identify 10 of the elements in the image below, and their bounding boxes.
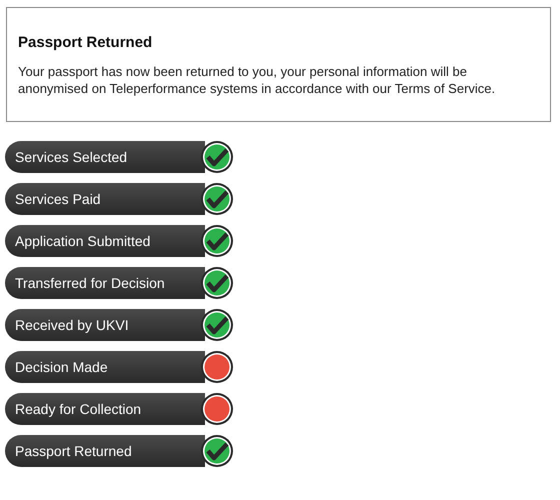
step-label: Transferred for Decision <box>5 267 205 299</box>
step-label: Services Selected <box>5 141 205 173</box>
step-label: Application Submitted <box>5 225 205 257</box>
step-label: Ready for Collection <box>5 393 205 425</box>
notice-message: Your passport has now been returned to you, your personal information will be anonymised on Teleperformance systems in accordance with our Terms of Service. <box>18 63 496 97</box>
step-label: Received by UKVI <box>5 309 205 341</box>
step-label: Decision Made <box>5 351 205 383</box>
step-label: Passport Returned <box>5 435 205 467</box>
notice-title: Passport Returned <box>18 34 154 51</box>
step-label: Services Paid <box>5 183 205 215</box>
